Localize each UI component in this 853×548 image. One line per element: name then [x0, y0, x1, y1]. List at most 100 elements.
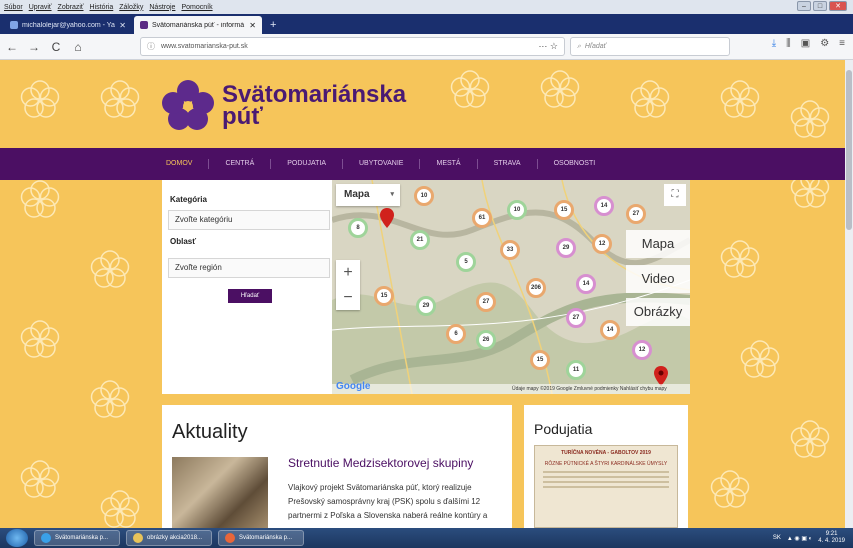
nav-ubytovanie[interactable]: UBYTOVANIE	[343, 159, 421, 169]
map-cluster[interactable]: 12	[592, 234, 612, 254]
map-cluster[interactable]: 14	[594, 196, 614, 216]
nav-centra[interactable]: CENTRÁ	[209, 159, 272, 169]
map-cluster[interactable]: 6	[446, 324, 466, 344]
start-button[interactable]	[6, 529, 28, 547]
taskbar-item-folder[interactable]: obrázky akcia2018...	[126, 530, 212, 546]
nav-osobnosti[interactable]: OSOBNOSTI	[538, 159, 612, 169]
map-cluster[interactable]: 21	[410, 230, 430, 250]
map-cluster[interactable]: 15	[530, 350, 550, 370]
download-icon[interactable]: ⤓	[772, 38, 776, 49]
taskbar-item-ie[interactable]: Svätomariánska p...	[34, 530, 120, 546]
tab-close-icon[interactable]: ✕	[249, 21, 256, 30]
map-cluster[interactable]: 27	[566, 308, 586, 328]
map-attribution[interactable]: Údaje mapy ©2019 Google Zmluvné podmienk…	[332, 384, 690, 394]
nav-mesta[interactable]: MESTÁ	[420, 159, 478, 169]
menu-view[interactable]: Zobraziť	[58, 4, 84, 11]
taskbar-item-label: obrázky akcia2018...	[147, 535, 203, 541]
tray-icons[interactable]: ▲ ◉ ▣ ◐	[787, 535, 812, 542]
map-cluster[interactable]: 10	[507, 200, 527, 220]
tab-close-icon[interactable]: ✕	[119, 21, 126, 30]
system-tray: SK ▲ ◉ ▣ ◐ 9:21 4. 4. 2019	[773, 531, 845, 545]
toolbar-icons: ⤓ ⫼ ▣ ⚙ ≡	[772, 38, 845, 49]
close-window-button[interactable]: ✕	[829, 1, 847, 11]
menu-file[interactable]: Súbor	[4, 4, 23, 11]
map-cluster[interactable]: 27	[476, 292, 496, 312]
map-cluster[interactable]: 61	[472, 208, 492, 228]
news-photo[interactable]	[172, 457, 268, 528]
menu-help[interactable]: Pomocník	[181, 4, 212, 11]
menu-bookmarks[interactable]: Záložky	[119, 4, 143, 11]
back-button[interactable]: ←	[2, 37, 22, 57]
tab-svatomarianska[interactable]: Svätomariánska púť - informá ✕	[134, 16, 262, 34]
news-section: Aktuality Stretnutie Medzisektorovej sku…	[162, 405, 512, 528]
map-cluster[interactable]: 29	[416, 296, 436, 316]
maximize-button[interactable]: □	[813, 1, 827, 11]
search-icon: ⌕	[577, 42, 581, 50]
extension-icon[interactable]: ⚙	[820, 38, 829, 49]
event-poster[interactable]: TURÍČNA NOVÉNA - GABOLTOV 2019 RÔZNE PÚT…	[534, 445, 678, 528]
map-cluster[interactable]: 15	[554, 200, 574, 220]
clock-date: 4. 4. 2019	[818, 538, 845, 544]
category-select[interactable]: Zvoľte kategóriu	[168, 210, 330, 230]
forward-button[interactable]: →	[24, 37, 44, 57]
map-cluster[interactable]: 14	[600, 320, 620, 340]
sidebar-icon[interactable]: ▣	[801, 38, 810, 49]
window-controls: – □ ✕	[797, 1, 847, 11]
map-cluster[interactable]: 11	[566, 360, 586, 380]
news-article-title[interactable]: Stretnutie Medzisektorovej skupiny	[288, 456, 473, 470]
region-select[interactable]: Zvoľte región	[168, 258, 330, 278]
logo-text: Svätomariánska púť	[222, 83, 406, 130]
map-cluster[interactable]: 8	[348, 218, 368, 238]
scrollbar-thumb[interactable]	[846, 70, 852, 230]
logo-line-2: púť	[222, 103, 263, 130]
map-cluster[interactable]: 5	[456, 252, 476, 272]
map-cluster[interactable]: 206	[526, 278, 546, 298]
page-actions[interactable]: ··· ☆	[538, 41, 558, 52]
map-cluster[interactable]: 12	[632, 340, 652, 360]
chevron-down-icon: ▾	[390, 191, 394, 198]
search-button[interactable]: Hľadať	[228, 289, 272, 303]
clock[interactable]: 9:21 4. 4. 2019	[818, 531, 845, 545]
nav-podujatia[interactable]: PODUJATIA	[271, 159, 343, 169]
map-cluster[interactable]: 15	[374, 286, 394, 306]
site-info-icon[interactable]: ⓘ	[147, 41, 155, 52]
events-heading: Podujatia	[534, 421, 593, 437]
map-pin-icon[interactable]	[380, 208, 394, 228]
taskbar-item-firefox[interactable]: Svätomariánska p...	[218, 530, 304, 546]
overlay-tab-video[interactable]: Video	[626, 265, 690, 293]
home-button[interactable]: ⌂	[68, 37, 88, 57]
url-bar[interactable]: ⓘ www.svatomarianska-put.sk ··· ☆	[140, 37, 565, 56]
map-cluster[interactable]: 10	[414, 186, 434, 206]
reload-button[interactable]: C	[46, 37, 66, 57]
site-logo[interactable]: Svätomariánska púť	[162, 80, 406, 132]
windows-taskbar: Svätomariánska p... obrázky akcia2018...…	[0, 528, 853, 548]
menu-edit[interactable]: Upraviť	[29, 4, 52, 11]
new-tab-button[interactable]: +	[264, 16, 282, 34]
language-indicator[interactable]: SK	[773, 535, 781, 541]
map-cluster[interactable]: 33	[500, 240, 520, 260]
map-pin-icon[interactable]	[654, 366, 668, 386]
map-cluster[interactable]: 14	[576, 274, 596, 294]
minimize-button[interactable]: –	[797, 1, 811, 11]
map-cluster[interactable]: 29	[556, 238, 576, 258]
map-widget[interactable]: Mapa ▾ ⛶ + − Mapa Video Obrázky 10 8 61 1…	[332, 180, 690, 394]
overlay-tab-obrazky[interactable]: Obrázky	[626, 298, 690, 326]
menu-history[interactable]: História	[90, 4, 114, 11]
map-cluster[interactable]: 26	[476, 330, 496, 350]
zoom-out-button[interactable]: −	[336, 285, 360, 310]
map-cluster[interactable]: 27	[626, 204, 646, 224]
violet-flower-icon	[162, 80, 214, 132]
menu-tools[interactable]: Nástroje	[149, 4, 175, 11]
zoom-in-button[interactable]: +	[336, 260, 360, 285]
library-icon[interactable]: ⫼	[786, 38, 791, 49]
search-input[interactable]: ⌕ Hľadať	[570, 37, 730, 56]
fullscreen-icon[interactable]: ⛶	[664, 184, 686, 206]
taskbar-item-label: Svätomariánska p...	[55, 535, 109, 541]
map-type-selector[interactable]: Mapa ▾	[336, 184, 400, 206]
nav-strava[interactable]: STRAVA	[478, 159, 538, 169]
overlay-tab-mapa[interactable]: Mapa	[626, 230, 690, 258]
nav-domov[interactable]: DOMOV	[166, 159, 210, 169]
page-scrollbar[interactable]	[845, 60, 853, 528]
tab-yahoo-mail[interactable]: michalolejar@yahoo.com - Ya ✕	[4, 16, 132, 34]
hamburger-menu-icon[interactable]: ≡	[839, 38, 845, 49]
